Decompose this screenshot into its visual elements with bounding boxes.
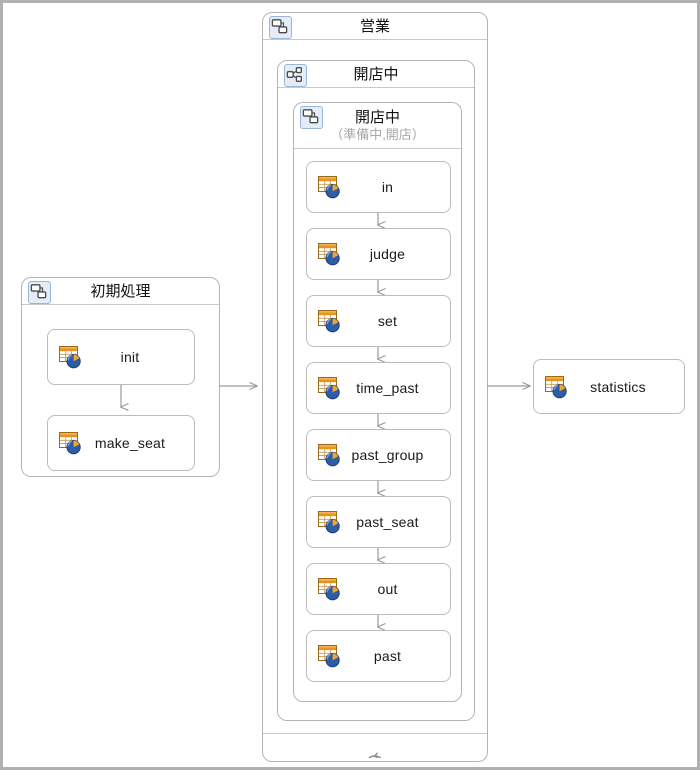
node-out[interactable]: out — [306, 563, 451, 615]
node-make-seat[interactable]: make_seat — [47, 415, 195, 471]
loop-arrow-icon[interactable] — [362, 734, 388, 767]
panel-open-collaboration-body: 開店中 （準備中,開店） in judge set time_past past… — [278, 88, 474, 720]
table-chart-icon — [317, 643, 343, 669]
composite-structure-icon — [269, 16, 292, 39]
table-chart-icon — [317, 375, 343, 401]
panel-business-body: 開店中 開店中 （準備中,開店） in judge set time_past … — [263, 40, 487, 767]
diagram-canvas: 初期処理 init make_seat 営業 開店中 開店中 （準備中,開店） … — [0, 0, 700, 770]
panel-business-label: 営業 — [359, 17, 390, 35]
connector-business-to-statistics — [487, 379, 539, 393]
table-chart-icon — [317, 174, 343, 200]
panel-open-collaboration-title: 開店中 — [278, 61, 474, 88]
panel-init-process-body: init make_seat — [22, 305, 219, 476]
panel-init-process[interactable]: 初期処理 init make_seat — [21, 277, 220, 477]
table-chart-icon — [317, 241, 343, 267]
table-chart-icon — [317, 576, 343, 602]
node-past[interactable]: past — [306, 630, 451, 682]
panel-open-state-body: in judge set time_past past_group past_s… — [294, 149, 461, 701]
table-chart-icon — [317, 442, 343, 468]
panel-business-title: 営業 — [263, 13, 487, 40]
connector-init-to-make-seat — [112, 385, 132, 415]
composite-structure-icon — [28, 281, 51, 304]
node-judge[interactable]: judge — [306, 228, 451, 280]
panel-open-collaboration-label: 開店中 — [353, 65, 399, 83]
table-chart-icon — [58, 344, 84, 370]
panel-open-collaboration[interactable]: 開店中 開店中 （準備中,開店） in judge set time_past … — [277, 60, 475, 721]
node-in[interactable]: in — [306, 161, 451, 213]
node-statistics[interactable]: statistics — [533, 359, 685, 414]
composite-structure-icon — [300, 106, 323, 129]
node-set[interactable]: set — [306, 295, 451, 347]
panel-open-state-subtitle: （準備中,開店） — [330, 127, 425, 142]
panel-business[interactable]: 営業 開店中 開店中 （準備中,開店） in judge set time_pa… — [262, 12, 488, 767]
business-loop-footer — [263, 733, 487, 767]
panel-open-state[interactable]: 開店中 （準備中,開店） in judge set time_past past… — [293, 102, 462, 702]
node-past-seat[interactable]: past_seat — [306, 496, 451, 548]
table-chart-icon — [544, 374, 570, 400]
panel-open-state-label: 開店中 — [354, 109, 400, 126]
panel-init-process-label: 初期処理 — [90, 282, 151, 300]
table-chart-icon — [58, 430, 84, 456]
node-past-group[interactable]: past_group — [306, 429, 451, 481]
panel-open-state-title: 開店中 （準備中,開店） — [294, 103, 461, 149]
collaboration-icon — [284, 64, 307, 87]
table-chart-icon — [317, 509, 343, 535]
node-init[interactable]: init — [47, 329, 195, 385]
panel-init-process-title: 初期処理 — [22, 278, 219, 305]
connector-init-to-business — [219, 379, 267, 393]
table-chart-icon — [317, 308, 343, 334]
node-time-past[interactable]: time_past — [306, 362, 451, 414]
